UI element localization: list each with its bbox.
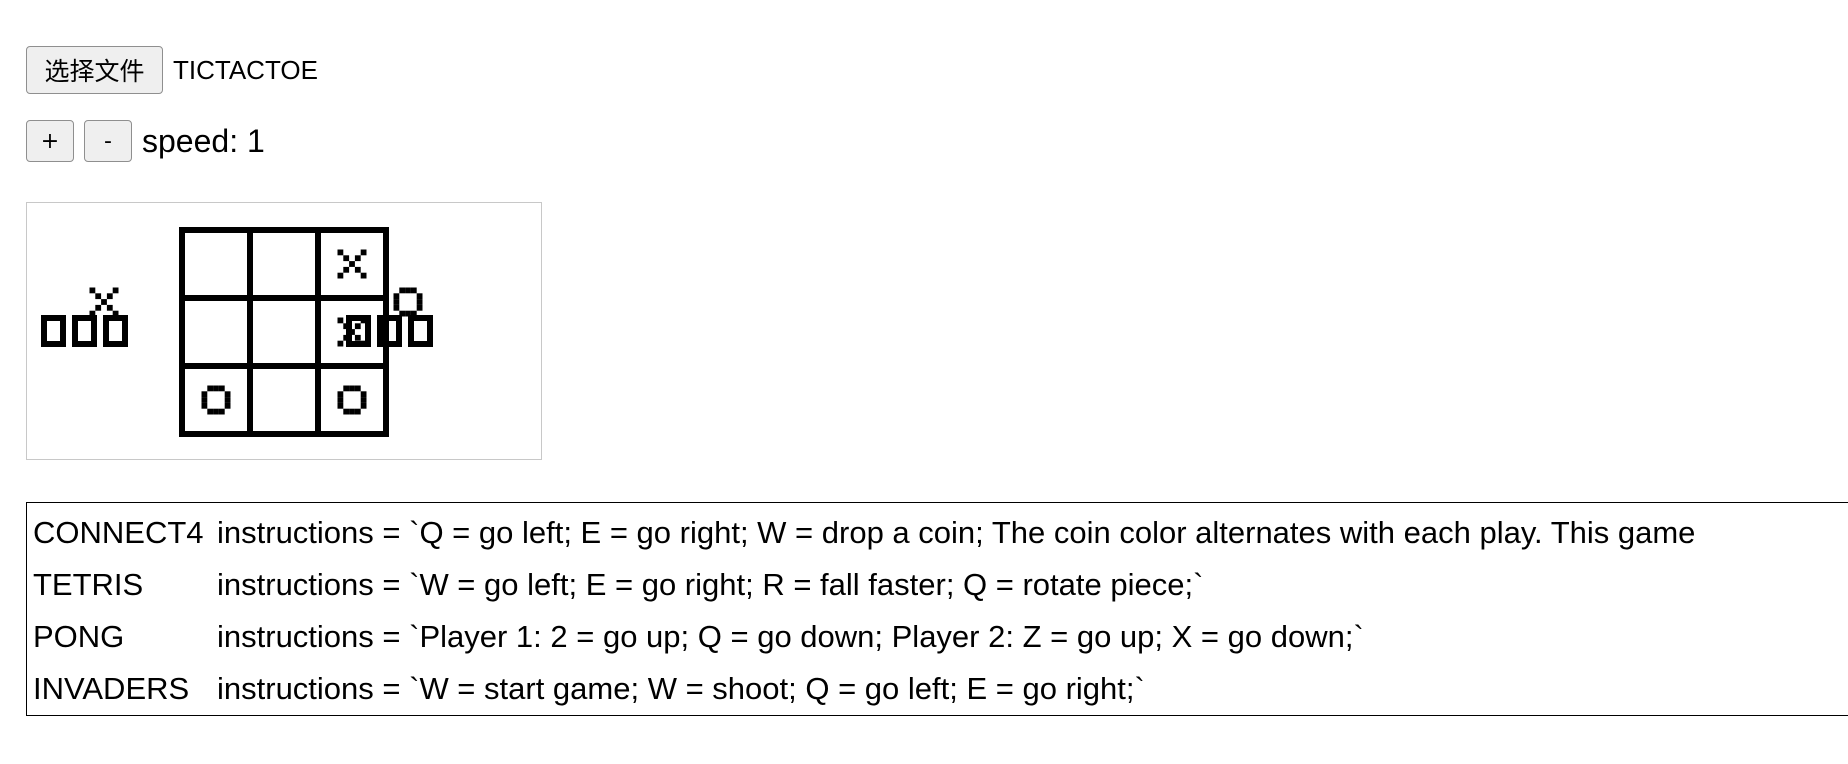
choose-file-button[interactable]: 选择文件 <box>26 46 163 94</box>
player-x-score-box <box>41 315 66 347</box>
instruction-game-name: TETRIS <box>33 567 144 602</box>
board-grid-line <box>315 227 321 437</box>
board-grid-line <box>179 295 389 301</box>
instruction-text: instructions = `W = go left; E = go righ… <box>217 567 1204 602</box>
instruction-game-name: CONNECT4 <box>33 515 204 550</box>
board-grid-line <box>383 227 389 437</box>
speed-increase-button[interactable]: + <box>26 120 74 162</box>
game-screen[interactable] <box>26 202 542 460</box>
instruction-row: INVADERS instructions = `W = start game; … <box>33 663 1145 715</box>
board-grid-line <box>179 227 389 233</box>
instruction-row: TETRIS instructions = `W = go left; E = g… <box>33 559 1203 611</box>
instruction-game-name: INVADERS <box>33 671 190 706</box>
player-x-score-box <box>103 315 128 347</box>
board-grid-line <box>179 227 185 437</box>
selected-file-name: TICTACTOE <box>173 54 318 85</box>
instruction-row: PONG instructions = `Player 1: 2 = go up;… <box>33 611 1364 663</box>
instruction-text: instructions = `Player 1: 2 = go up; Q =… <box>217 619 1364 654</box>
board-cell-x-mark <box>337 249 367 279</box>
player-o-score-box <box>408 315 433 347</box>
instruction-text: instructions = `Q = go left; E = go righ… <box>217 515 1696 550</box>
instruction-row: CONNECT4 instructions = `Q = go left; E =… <box>33 507 1695 559</box>
file-picker: 选择文件 TICTACTOE <box>26 46 318 94</box>
instruction-text: instructions = `W = start game; W = shoo… <box>217 671 1145 706</box>
game-display <box>41 227 433 437</box>
board-grid-line <box>179 431 389 437</box>
board-cell-o-mark <box>201 385 231 415</box>
player-o-score-box <box>377 315 402 347</box>
player-o-score-box <box>346 315 371 347</box>
instructions-table: CONNECT4 instructions = `Q = go left; E =… <box>26 502 1848 716</box>
speed-controls: + - speed: 1 <box>26 120 265 162</box>
speed-decrease-button[interactable]: - <box>84 120 132 162</box>
player-x-score-box <box>72 315 97 347</box>
board-cell-o-mark <box>337 385 367 415</box>
speed-readout: speed: 1 <box>142 122 265 159</box>
player-o-indicator-icon <box>393 287 423 317</box>
board-grid-line <box>179 363 389 369</box>
instruction-game-name: PONG <box>33 619 125 654</box>
board-grid-line <box>247 227 253 437</box>
player-x-indicator-icon <box>89 287 119 317</box>
